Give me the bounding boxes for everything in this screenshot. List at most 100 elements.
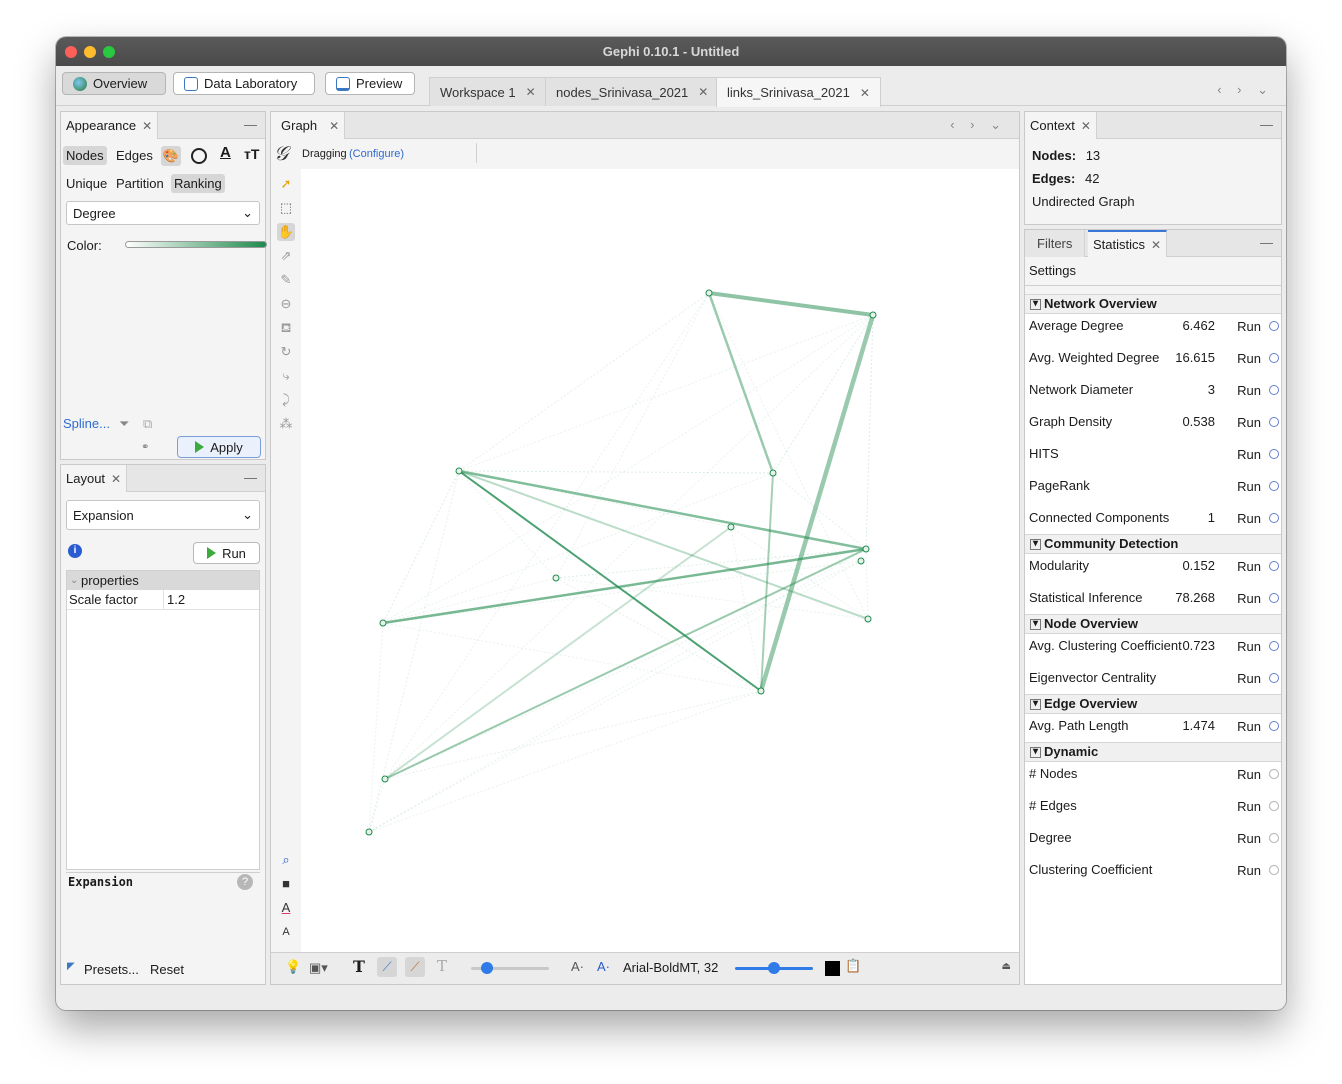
stat-run-button[interactable]: Run [1237,447,1261,462]
screenshot-icon[interactable]: ▣▾ [309,960,328,976]
close-icon[interactable]: ✕ [526,85,536,99]
help-icon[interactable] [1269,801,1279,811]
font-size-increase-icon[interactable]: A· [597,959,610,974]
stat-run-button[interactable]: Run [1237,719,1261,734]
reset-button[interactable]: Reset [150,962,184,977]
help-icon[interactable] [1269,673,1279,683]
lightbulb-icon[interactable]: 💡 [285,959,301,975]
help-icon[interactable] [1269,385,1279,395]
ranking-attribute-select[interactable]: Degree ⌄ [66,201,260,225]
close-window-button[interactable] [65,46,77,58]
filters-tab[interactable]: Filters [1025,230,1086,257]
graph-node[interactable] [864,615,872,623]
heat-map-icon[interactable]: ⤸ [277,391,295,409]
stat-run-button[interactable]: Run [1237,831,1261,846]
expand-icon[interactable]: ⏏ [1002,961,1011,972]
help-icon[interactable] [1269,449,1279,459]
neighbors-icon[interactable]: ⁂ [277,415,295,433]
graph-node[interactable] [862,545,870,553]
help-icon[interactable] [1269,481,1279,491]
graph-node[interactable] [857,557,865,565]
stat-run-button[interactable]: Run [1237,319,1261,334]
unique-tab[interactable]: Unique [63,174,110,193]
label-size-slider[interactable] [735,962,813,974]
edge-scale-slider[interactable] [471,962,549,974]
configure-link[interactable]: (Configure) [349,148,404,160]
help-icon[interactable] [1269,417,1279,427]
show-labels-icon[interactable]: T [353,957,365,976]
graph-node[interactable] [705,289,713,297]
link-icon[interactable]: ⚭ [141,442,149,453]
stat-run-button[interactable]: Run [1237,415,1261,430]
graph-nav-arrows[interactable]: ‹ › ⌄ [950,117,1007,133]
graph-node[interactable] [769,469,777,477]
stat-run-button[interactable]: Run [1237,479,1261,494]
help-icon[interactable] [1269,513,1279,523]
label-color-swatch[interactable] [825,961,840,976]
minimize-icon[interactable]: — [244,117,257,132]
stat-run-button[interactable]: Run [1237,671,1261,686]
copy-icon[interactable]: ⧉ [143,416,152,432]
zoom-window-button[interactable] [103,46,115,58]
graph-tab[interactable]: Graph ✕ [271,112,346,139]
help-icon[interactable] [1269,865,1279,875]
minimize-window-button[interactable] [84,46,96,58]
statistics-tab[interactable]: Statistics ✕ [1088,230,1168,257]
stat-run-button[interactable]: Run [1237,591,1261,606]
slider-thumb[interactable] [481,962,493,974]
help-icon[interactable] [1269,321,1279,331]
paint-bucket-icon[interactable]: ⛾ [277,319,295,337]
stats-section-header[interactable]: Edge Overview [1025,694,1281,714]
overview-mode-button[interactable]: Overview [62,72,166,95]
label-size-icon[interactable]: ᴛT [244,146,259,162]
layout-run-button[interactable]: Run [193,542,260,564]
stat-run-button[interactable]: Run [1237,639,1261,654]
stat-run-button[interactable]: Run [1237,351,1261,366]
edges-visible-icon[interactable]: ⟋ [377,957,397,977]
close-icon[interactable]: ✕ [1081,119,1091,133]
graph-node[interactable] [727,523,735,531]
context-tab[interactable]: Context ✕ [1025,112,1097,139]
workspace-tab-1[interactable]: Workspace 1 ✕ [429,77,547,106]
drag-hand-icon[interactable]: ✋ [277,223,295,241]
graph-network[interactable] [301,169,1019,955]
close-icon[interactable]: ✕ [860,86,870,100]
clipboard-icon[interactable]: 📋 [845,958,861,974]
workspace-nav-arrows[interactable]: ‹ › ⌄ [1217,82,1274,98]
resize-icon[interactable]: ⊖ [277,295,295,313]
stat-run-button[interactable]: Run [1237,559,1261,574]
help-icon[interactable]: ? [237,874,253,890]
stats-section-header[interactable]: Node Overview [1025,614,1281,634]
close-icon[interactable]: ✕ [698,85,708,99]
help-icon[interactable] [1269,721,1279,731]
graph-node[interactable] [869,311,877,319]
help-icon[interactable] [1269,641,1279,651]
ranking-tab[interactable]: Ranking [171,174,225,193]
help-icon[interactable] [1269,593,1279,603]
select-arrow-icon[interactable]: ➚ [277,175,295,193]
layout-algorithm-select[interactable]: Expansion ⌄ [66,500,260,530]
minimize-icon[interactable]: — [1260,117,1273,132]
size-icon[interactable] [191,148,207,164]
stat-run-button[interactable]: Run [1237,511,1261,526]
stats-section-header[interactable]: Dynamic [1025,742,1281,762]
zoom-fit-icon[interactable]: ⌕ [277,851,295,869]
rotate-icon[interactable]: ↻ [277,343,295,361]
shortest-path-icon[interactable]: ⤷ [277,367,295,385]
stat-run-button[interactable]: Run [1237,383,1261,398]
appearance-tab[interactable]: Appearance ✕ [61,112,159,139]
graph-canvas[interactable] [301,169,1019,955]
layout-tab[interactable]: Layout ✕ [61,465,128,492]
help-icon[interactable] [1269,769,1279,779]
minimize-icon[interactable]: — [1260,235,1273,250]
graph-node[interactable] [381,775,389,783]
preview-mode-button[interactable]: Preview [325,72,415,95]
label-color-icon[interactable]: A [220,144,231,161]
graph-node[interactable] [552,574,560,582]
settings-button[interactable]: Settings [1029,263,1076,278]
stat-run-button[interactable]: Run [1237,863,1261,878]
pencil-icon[interactable]: ✎ [277,271,295,289]
presets-button[interactable]: Presets... [84,962,139,977]
slider-thumb[interactable] [768,962,780,974]
font-size-decrease-icon[interactable]: A· [571,959,584,974]
